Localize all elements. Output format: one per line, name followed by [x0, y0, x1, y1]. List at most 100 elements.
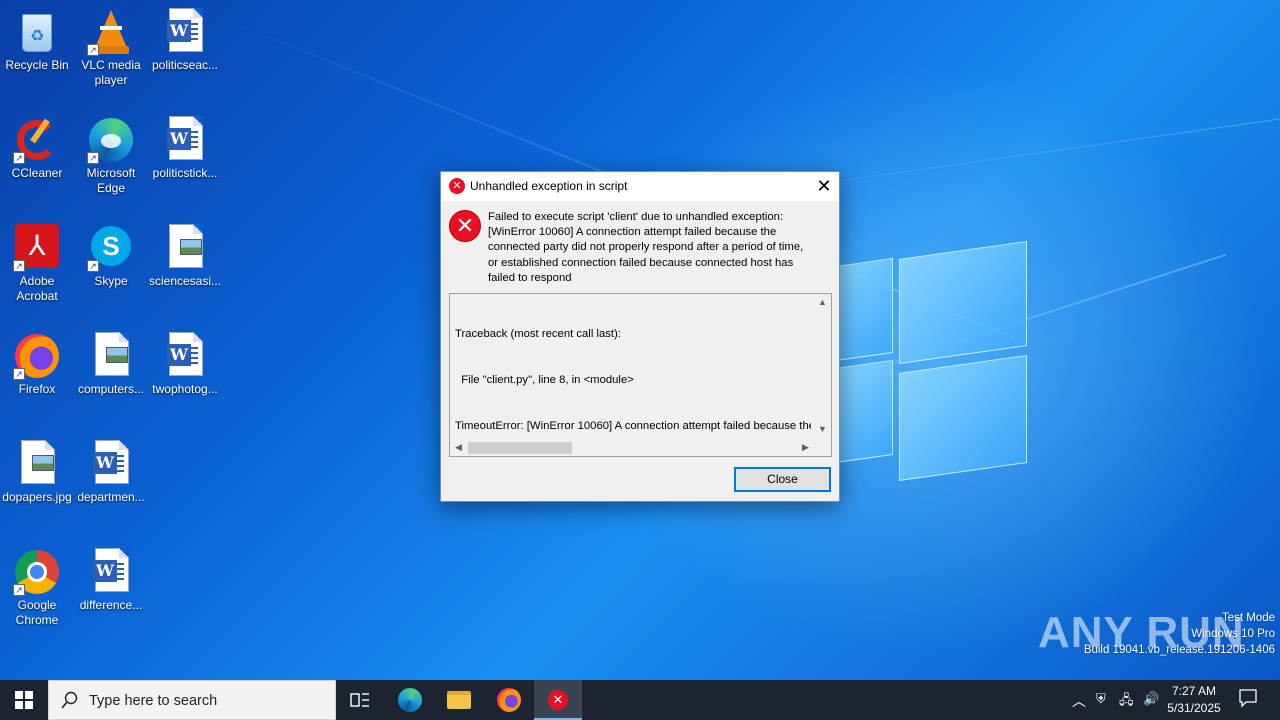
close-icon[interactable]: ✕ [809, 172, 839, 201]
horizontal-scroll-thumb[interactable] [468, 442, 572, 454]
image-file-icon [161, 224, 209, 272]
icon-label: Microsoft [86, 166, 136, 180]
icon-label: departmen... [77, 490, 145, 504]
icon-label-line2: Chrome [15, 613, 59, 627]
task-view-icon [350, 693, 369, 707]
chrome-icon: ↗ [13, 548, 61, 596]
desktop-icon-politicstick[interactable]: W politicstick... [148, 112, 222, 212]
desktop-icon-twophotog[interactable]: W twophotog... [148, 328, 222, 428]
acrobat-icon: ⅄ ↗ [13, 224, 61, 272]
icon-label: dopapers.jpg [2, 490, 72, 504]
scroll-down-icon[interactable]: ▼ [814, 424, 831, 434]
watermark-build: Build 19041.vb_release.191206-1406 [1083, 644, 1275, 656]
desktop: ♻ Recycle Bin ↗ CCleaner ⅄ ↗ Adobe Acrob… [0, 0, 1280, 680]
start-button[interactable] [0, 680, 48, 720]
desktop-icon-firefox[interactable]: ↗ Firefox [0, 328, 74, 428]
desktop-icon-sciencesasi[interactable]: sciencesasi... [148, 220, 222, 320]
word-document-icon: W [161, 116, 209, 164]
icon-label: CCleaner [11, 166, 63, 180]
desktop-icon-ccleaner[interactable]: ↗ CCleaner [0, 112, 74, 212]
error-message-line: failed to respond [488, 271, 572, 284]
icon-label: Google [17, 598, 57, 612]
desktop-icon-skype[interactable]: S ↗ Skype [74, 220, 148, 320]
vlc-icon: ↗ [87, 8, 135, 56]
taskbar-firefox[interactable] [485, 680, 533, 720]
scroll-left-icon[interactable]: ◀ [450, 442, 467, 453]
icon-label: twophotog... [152, 382, 218, 396]
dialog-title: Unhandled exception in script [470, 179, 628, 193]
traceback-line: File "client.py", line 8, in <module> [455, 374, 634, 387]
search-icon [61, 691, 78, 709]
error-message-line: Failed to execute script 'client' due to… [488, 211, 784, 223]
task-view-button[interactable] [336, 680, 384, 720]
clock-time: 7:27 AM [1171, 684, 1217, 698]
ccleaner-icon: ↗ [13, 116, 61, 164]
traceback-textbox[interactable]: Traceback (most recent call last): File … [449, 293, 832, 457]
taskbar-file-explorer[interactable] [435, 680, 483, 720]
windows-watermark: Test Mode Windows 10 Pro Build 19041.vb_… [1084, 610, 1275, 658]
folder-icon [447, 691, 471, 709]
icon-label: difference... [79, 598, 143, 612]
icon-label: politicstick... [152, 166, 218, 180]
skype-icon: S ↗ [87, 224, 135, 272]
dialog-titlebar[interactable]: ✕ Unhandled exception in script ✕ [441, 172, 839, 201]
desktop-icon-politicseac[interactable]: W politicseac... [148, 4, 222, 104]
error-message-line: or established connection failed because… [488, 256, 794, 269]
volume-icon[interactable]: 🔊 [1143, 691, 1159, 707]
word-document-icon: W [87, 440, 135, 488]
taskbar-edge[interactable] [386, 680, 434, 720]
icon-label-line2: player [94, 73, 128, 87]
windows-start-icon [15, 691, 33, 709]
recycle-bin-icon: ♻ [13, 8, 61, 56]
word-document-icon: W [161, 332, 209, 380]
watermark-edition: Windows 10 Pro [1191, 628, 1275, 640]
desktop-icon-adobe-acrobat[interactable]: ⅄ ↗ Adobe Acrobat [0, 220, 74, 320]
network-icon[interactable]: 🖧 [1119, 691, 1134, 713]
search-placeholder: Type here to search [89, 693, 218, 709]
word-document-icon: W [87, 548, 135, 596]
error-message-line: [WinError 10060] A connection attempt fa… [488, 226, 777, 239]
desktop-icon-microsoft-edge[interactable]: ↗ Microsoft Edge [74, 112, 148, 212]
close-button[interactable]: Close [734, 467, 831, 492]
icon-label-line2: Edge [96, 181, 126, 195]
vertical-scrollbar[interactable]: ▲ ▼ [814, 294, 831, 439]
edge-icon: ↗ [87, 116, 135, 164]
icon-label: computers... [77, 382, 145, 396]
error-message: Failed to execute script 'client' due to… [488, 210, 833, 286]
edge-icon [398, 688, 422, 712]
image-file-icon [13, 440, 61, 488]
traceback-line: TimeoutError: [WinError 10060] A connect… [455, 419, 811, 432]
image-file-icon [87, 332, 135, 380]
horizontal-scrollbar[interactable]: ◀ ▶ [450, 439, 816, 456]
icon-label: VLC media [81, 58, 141, 72]
firefox-icon [497, 688, 521, 712]
icon-label: Adobe [19, 274, 55, 288]
taskbar-error-app[interactable]: ✕ [534, 680, 582, 720]
icon-label: Firefox [18, 382, 56, 396]
desktop-icon-vlc[interactable]: ↗ VLC media player [74, 4, 148, 104]
windows-wallpaper-logo [835, 240, 1030, 481]
desktop-icon-computers[interactable]: computers... [74, 328, 148, 428]
taskbar-clock[interactable]: 7:27 AM 5/31/2025 [1160, 683, 1228, 717]
icon-label: sciencesasi... [148, 274, 222, 288]
desktop-icon-recycle-bin[interactable]: ♻ Recycle Bin [0, 4, 74, 104]
scroll-up-icon[interactable]: ▲ [814, 297, 831, 307]
taskbar-search-box[interactable]: Type here to search [48, 680, 336, 720]
traceback-line: Traceback (most recent call last): [455, 328, 621, 341]
defender-icon[interactable]: ⛨ [1096, 691, 1106, 707]
icon-label: Skype [94, 274, 128, 288]
error-large-icon: ✕ [449, 210, 481, 242]
traceback-text: Traceback (most recent call last): File … [455, 297, 811, 437]
desktop-icon-dopapers[interactable]: dopapers.jpg [0, 436, 74, 536]
desktop-icon-google-chrome[interactable]: ↗ Google Chrome [0, 544, 74, 644]
desktop-icon-difference[interactable]: W difference... [74, 544, 148, 644]
show-hidden-icons-chevron-icon[interactable]: ︿ [1072, 691, 1086, 711]
error-icon: ✕ [548, 690, 568, 710]
desktop-icon-departmen[interactable]: W departmen... [74, 436, 148, 536]
icon-label: Recycle Bin [5, 58, 69, 72]
notification-center-button[interactable] [1238, 688, 1258, 711]
watermark-test-mode: Test Mode [1221, 612, 1275, 624]
scroll-right-icon[interactable]: ▶ [797, 442, 814, 453]
error-message-line: connected party did not properly respond… [488, 241, 804, 254]
word-document-icon: W [161, 8, 209, 56]
